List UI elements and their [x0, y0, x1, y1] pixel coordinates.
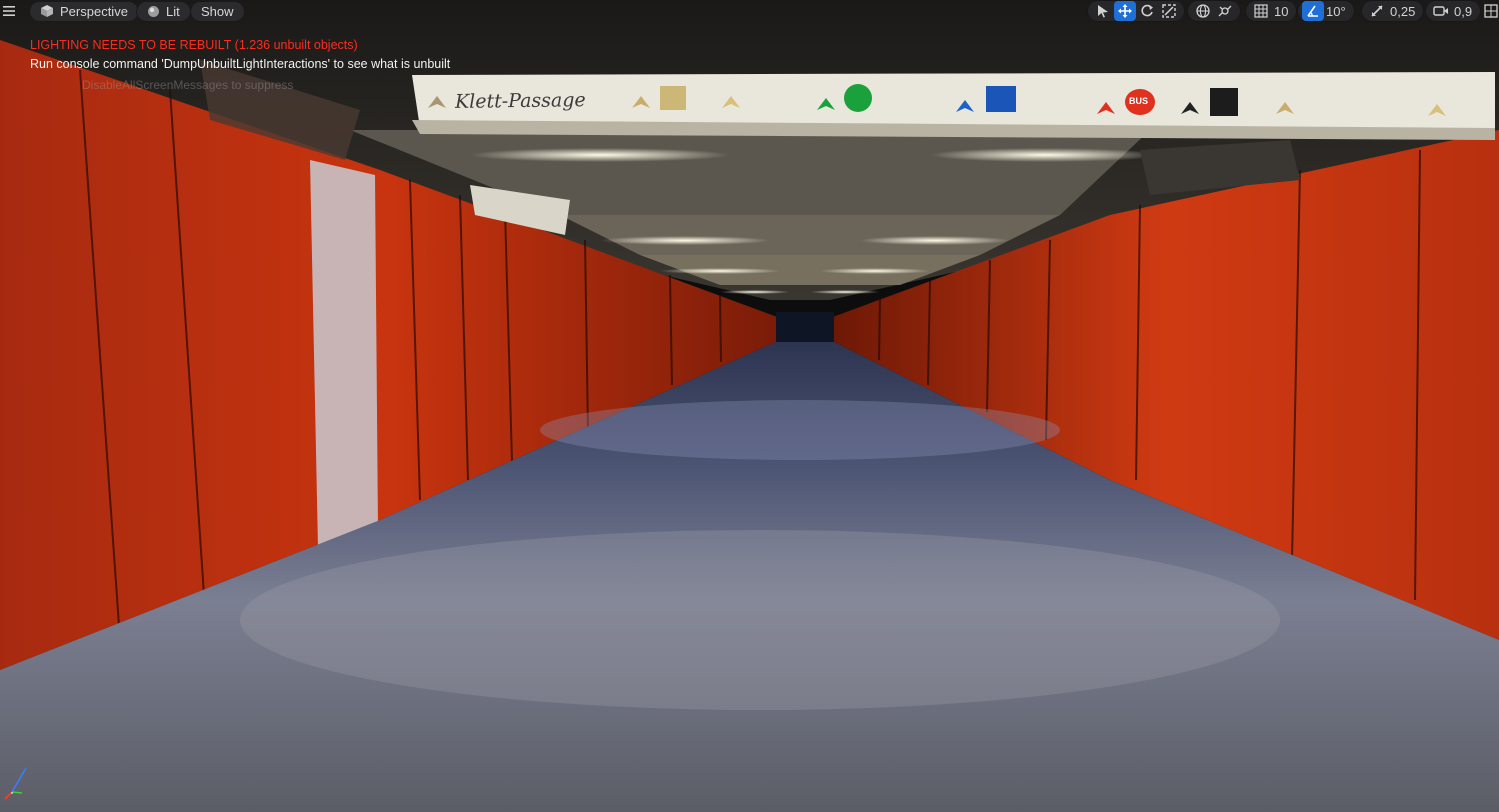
angle-icon [1307, 5, 1318, 17]
camera-speed-group[interactable]: 0,9 [1425, 0, 1482, 22]
bus-sign-label: BUS [1129, 96, 1149, 106]
viewport-toolbar-left [0, 0, 18, 22]
rotation-snap-group[interactable]: 10° [1297, 0, 1355, 22]
scale-snap-toggle[interactable] [1366, 1, 1388, 21]
cursor-arrow-icon [1098, 5, 1108, 18]
surface-snap-icon [1218, 5, 1232, 17]
hamburger-icon[interactable] [0, 1, 18, 21]
move-arrows-icon [1118, 4, 1132, 18]
show-label: Show [201, 3, 234, 19]
rotation-snap-value[interactable]: 10° [1324, 4, 1350, 19]
camera-icon [1433, 6, 1448, 16]
viewport-scene[interactable] [0, 0, 1499, 812]
viewport-layout-button[interactable] [1480, 1, 1499, 21]
grid-snap-value[interactable]: 10 [1272, 4, 1292, 19]
grid-icon [1254, 4, 1268, 18]
scale-icon [1162, 4, 1176, 18]
console-hint: Run console command 'DumpUnbuiltLightInt… [30, 57, 451, 71]
surface-snap-button[interactable] [1214, 1, 1236, 21]
grid-snap-toggle[interactable] [1250, 1, 1272, 21]
rotation-snap-toggle[interactable] [1302, 1, 1324, 21]
select-mode-button[interactable] [1092, 1, 1114, 21]
sphere-icon [148, 5, 159, 17]
camera-speed-value[interactable]: 0,9 [1452, 4, 1476, 19]
camera-speed-button[interactable] [1430, 1, 1452, 21]
perspective-label: Perspective [60, 3, 128, 19]
lighting-warning: LIGHTING NEEDS TO BE REBUILT (1.236 unbu… [30, 38, 358, 52]
rotate-icon [1141, 4, 1153, 17]
layout-icon [1484, 4, 1498, 18]
axis-gizmo-icon [4, 767, 27, 800]
rotate-mode-button[interactable] [1136, 1, 1158, 21]
scale-mode-button[interactable] [1158, 1, 1180, 21]
cube-icon [41, 5, 53, 17]
world-space-button[interactable] [1192, 1, 1214, 21]
lit-label: Lit [166, 3, 180, 19]
perspective-button[interactable]: Perspective [29, 0, 139, 22]
lit-button[interactable]: Lit [136, 0, 191, 22]
scale-snap-icon [1371, 5, 1383, 17]
globe-icon [1196, 4, 1210, 18]
scale-snap-group[interactable]: 0,25 [1361, 0, 1425, 22]
sign-text: Klett-Passage [454, 89, 586, 113]
transform-tools-group [1087, 0, 1185, 22]
faint-message: DisableAllScreenMessages to suppress [82, 78, 294, 92]
grid-snap-group[interactable]: 10 [1245, 0, 1298, 22]
translate-mode-button[interactable] [1114, 1, 1136, 21]
show-button[interactable]: Show [190, 0, 245, 22]
scale-snap-value[interactable]: 0,25 [1388, 4, 1419, 19]
coordinate-group [1187, 0, 1241, 22]
